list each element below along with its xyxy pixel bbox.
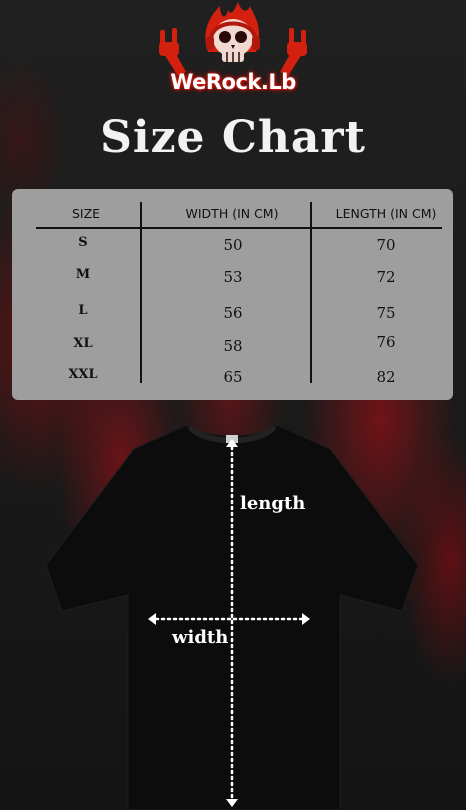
table-cell-length: 76 xyxy=(376,333,396,351)
column-header-width: WIDTH (IN CM) xyxy=(185,206,279,221)
table-cell-size: XL xyxy=(73,336,93,351)
column-header-size: SIZE xyxy=(71,206,101,221)
table-cell-length: 82 xyxy=(376,368,396,386)
table-cell-size: M xyxy=(75,267,91,282)
logo-wordmark: WeRock.Lb xyxy=(170,70,296,94)
table-column-divider xyxy=(310,202,312,383)
column-header-length: LENGTH (IN CM) xyxy=(335,206,437,221)
table-cell-width: 65 xyxy=(223,368,243,386)
table-cell-width: 50 xyxy=(223,236,243,254)
length-label: length xyxy=(240,493,306,514)
table-cell-size: S xyxy=(78,235,88,250)
table-cell-width: 53 xyxy=(223,268,243,286)
table-cell-size: XXL xyxy=(68,367,98,382)
tshirt-diagram xyxy=(45,424,419,810)
width-label: width xyxy=(172,627,229,648)
table-cell-width: 56 xyxy=(223,304,243,322)
table-cell-length: 72 xyxy=(376,268,396,286)
table-header-divider xyxy=(36,227,442,229)
table-cell-size: L xyxy=(78,303,88,318)
table-cell-length: 75 xyxy=(376,304,396,322)
table-cell-width: 58 xyxy=(223,337,243,355)
table-cell-length: 70 xyxy=(376,236,396,254)
table-column-divider xyxy=(140,202,142,383)
page-title: Size Chart xyxy=(100,112,366,163)
brand-logo: WeRock.Lb xyxy=(150,0,316,104)
